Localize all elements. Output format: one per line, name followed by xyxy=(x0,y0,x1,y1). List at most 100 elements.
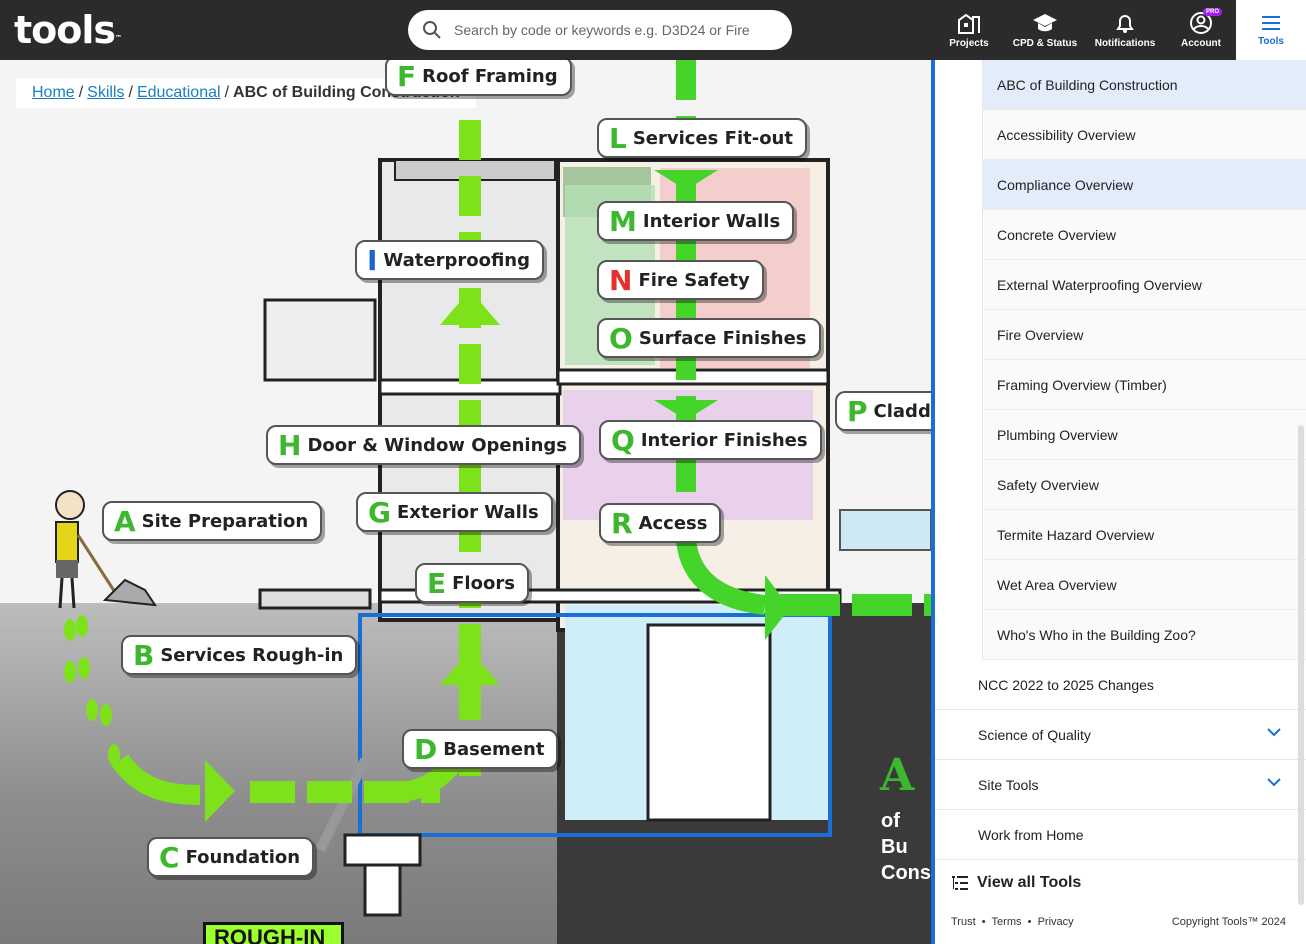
nav-account-label: Account xyxy=(1181,38,1221,49)
bell-icon xyxy=(1116,15,1134,33)
stage-label: Site Preparation xyxy=(141,510,309,532)
stage-tag-fire-safety[interactable]: N Fire Safety xyxy=(597,260,764,300)
tools-logo[interactable]: tools™ xyxy=(14,8,122,52)
sidebar-item-label: Accessibility Overview xyxy=(997,126,1136,143)
sidebar-item-framing-overview[interactable]: Framing Overview (Timber) xyxy=(982,360,1306,410)
breadcrumb-skills-link[interactable]: Skills xyxy=(87,84,124,102)
abc-title-letter: A xyxy=(880,750,915,801)
sidebar-item-external-waterproofing-overview[interactable]: External Waterproofing Overview xyxy=(982,260,1306,310)
copyright-text: Copyright Tools™ 2024 xyxy=(1171,916,1286,928)
logo-trademark: ™ xyxy=(115,34,122,42)
breadcrumb-home-link[interactable]: Home xyxy=(32,84,75,102)
abc-title-text: of Bu Cons xyxy=(881,808,931,886)
stage-label: Fire Safety xyxy=(638,269,750,291)
sidebar-item-abc-building-construction[interactable]: ABC of Building Construction xyxy=(982,60,1306,110)
sidebar-item-science-of-quality[interactable]: Science of Quality xyxy=(935,710,1306,760)
stage-letter: R xyxy=(611,506,633,540)
stage-tag-interior-walls[interactable]: M Interior Walls xyxy=(597,201,795,241)
mortarboard-icon xyxy=(1033,14,1057,32)
stage-letter: Q xyxy=(611,423,635,457)
footer-link-privacy[interactable]: Privacy xyxy=(1038,916,1074,928)
stage-tag-waterproofing[interactable]: I Waterproofing xyxy=(355,240,545,280)
stage-tag-floors[interactable]: E Floors xyxy=(415,563,529,603)
breadcrumb-separator: / xyxy=(78,84,84,101)
stage-label: Interior Finishes xyxy=(640,429,808,451)
sidebar-item-label: Work from Home xyxy=(978,826,1084,843)
stage-label: Basement xyxy=(443,738,545,760)
stage-label: Roof Framing xyxy=(422,65,558,87)
stage-label: Interior Walls xyxy=(642,210,781,232)
sidebar-item-label: Wet Area Overview xyxy=(997,576,1117,593)
projects-icon xyxy=(958,13,980,34)
stage-tag-services-fit-out[interactable]: L Services Fit-out xyxy=(597,118,807,158)
abc-title-line-2: Cons xyxy=(881,862,931,884)
abc-title-line-1: of Bu xyxy=(881,810,908,858)
sidebar-item-label: Site Tools xyxy=(978,776,1039,793)
sidebar-item-label: Safety Overview xyxy=(997,476,1099,493)
footer-link-trust[interactable]: Trust xyxy=(951,916,976,928)
nav-notifications-label: Notifications xyxy=(1094,38,1156,49)
sidebar-item-accessibility-overview[interactable]: Accessibility Overview xyxy=(982,110,1306,160)
sidebar-item-termite-hazard-overview[interactable]: Termite Hazard Overview xyxy=(982,510,1306,560)
stage-label: Foundation xyxy=(185,846,301,868)
stage-letter: F xyxy=(397,60,417,93)
stage-tag-door-window-openings[interactable]: H Door & Window Openings xyxy=(266,425,581,465)
chevron-down-icon[interactable] xyxy=(1266,777,1282,787)
sidebar-item-safety-overview[interactable]: Safety Overview xyxy=(982,460,1306,510)
stage-tag-access[interactable]: R Access xyxy=(599,503,722,543)
nav-tools-button[interactable]: Tools xyxy=(1236,0,1306,60)
footer-link-terms[interactable]: Terms xyxy=(992,916,1022,928)
chevron-down-icon[interactable] xyxy=(1266,727,1282,737)
sidebar-scrollbar[interactable] xyxy=(1298,425,1304,905)
stage-label: Access xyxy=(638,512,708,534)
stage-letter: P xyxy=(847,394,868,428)
nav-notifications-button[interactable]: Notifications xyxy=(1092,0,1158,60)
sidebar-item-label: Who's Who in the Building Zoo? xyxy=(997,626,1196,643)
list-tree-icon xyxy=(952,876,968,890)
view-all-tools-link[interactable]: View all Tools xyxy=(951,874,1081,892)
stage-tag-cladding[interactable]: P Claddi xyxy=(835,391,931,431)
stage-letter: H xyxy=(278,428,302,462)
sidebar-item-concrete-overview[interactable]: Concrete Overview xyxy=(982,210,1306,260)
sidebar-item-whos-who-building-zoo[interactable]: Who's Who in the Building Zoo? xyxy=(982,610,1306,660)
top-navigation-bar: tools™ Projects CPD & Status Notificatio… xyxy=(0,0,1306,60)
sidebar-item-label: ABC of Building Construction xyxy=(997,76,1178,93)
sidebar-item-work-from-home[interactable]: Work from Home xyxy=(935,810,1306,860)
stage-label: Floors xyxy=(452,572,515,594)
stage-tag-roof-framing[interactable]: F Roof Framing xyxy=(385,60,572,96)
nav-projects-button[interactable]: Projects xyxy=(944,0,994,60)
rough-in-banner: ROUGH-IN xyxy=(203,922,344,944)
stage-letter: G xyxy=(368,495,391,529)
stage-tag-foundation[interactable]: C Foundation xyxy=(147,837,315,877)
sidebar-item-label: Science of Quality xyxy=(978,726,1091,743)
nav-cpd-status-label: CPD & Status xyxy=(1012,38,1078,49)
sidebar-item-ncc-changes[interactable]: NCC 2022 to 2025 Changes xyxy=(935,660,1306,710)
sidebar-item-label: Fire Overview xyxy=(997,326,1084,343)
sidebar-item-site-tools[interactable]: Site Tools xyxy=(935,760,1306,810)
stage-tag-services-rough-in[interactable]: B Services Rough-in xyxy=(121,635,358,675)
nav-cpd-status-button[interactable]: CPD & Status xyxy=(1010,0,1080,60)
search-bar[interactable] xyxy=(408,10,792,50)
tools-sidebar-menu: ABC of Building Construction Accessibili… xyxy=(931,60,1306,944)
sidebar-item-wet-area-overview[interactable]: Wet Area Overview xyxy=(982,560,1306,610)
stage-tag-surface-finishes[interactable]: O Surface Finishes xyxy=(597,318,821,358)
sidebar-item-label: Concrete Overview xyxy=(997,226,1117,243)
breadcrumb-separator: / xyxy=(224,84,230,101)
breadcrumb-educational-link[interactable]: Educational xyxy=(137,84,221,102)
nav-account-button[interactable]: PRO Account xyxy=(1170,0,1232,60)
stage-tag-basement[interactable]: D Basement xyxy=(402,729,559,769)
stage-tag-site-preparation[interactable]: A Site Preparation xyxy=(102,501,323,541)
sidebar-item-fire-overview[interactable]: Fire Overview xyxy=(982,310,1306,360)
sidebar-item-label: NCC 2022 to 2025 Changes xyxy=(978,676,1154,693)
stage-letter: N xyxy=(609,263,633,297)
stage-tag-exterior-walls[interactable]: G Exterior Walls xyxy=(356,492,553,532)
pro-badge: PRO xyxy=(1202,8,1222,16)
stage-letter: I xyxy=(367,243,378,277)
search-input[interactable] xyxy=(454,22,774,38)
sidebar-item-label: Framing Overview (Timber) xyxy=(997,376,1167,393)
stage-tag-interior-finishes[interactable]: Q Interior Finishes xyxy=(599,420,822,460)
sidebar-item-plumbing-overview[interactable]: Plumbing Overview xyxy=(982,410,1306,460)
sidebar-item-compliance-overview[interactable]: Compliance Overview xyxy=(982,160,1306,210)
logo-text: tools xyxy=(14,8,116,52)
stage-label: Waterproofing xyxy=(383,249,531,271)
